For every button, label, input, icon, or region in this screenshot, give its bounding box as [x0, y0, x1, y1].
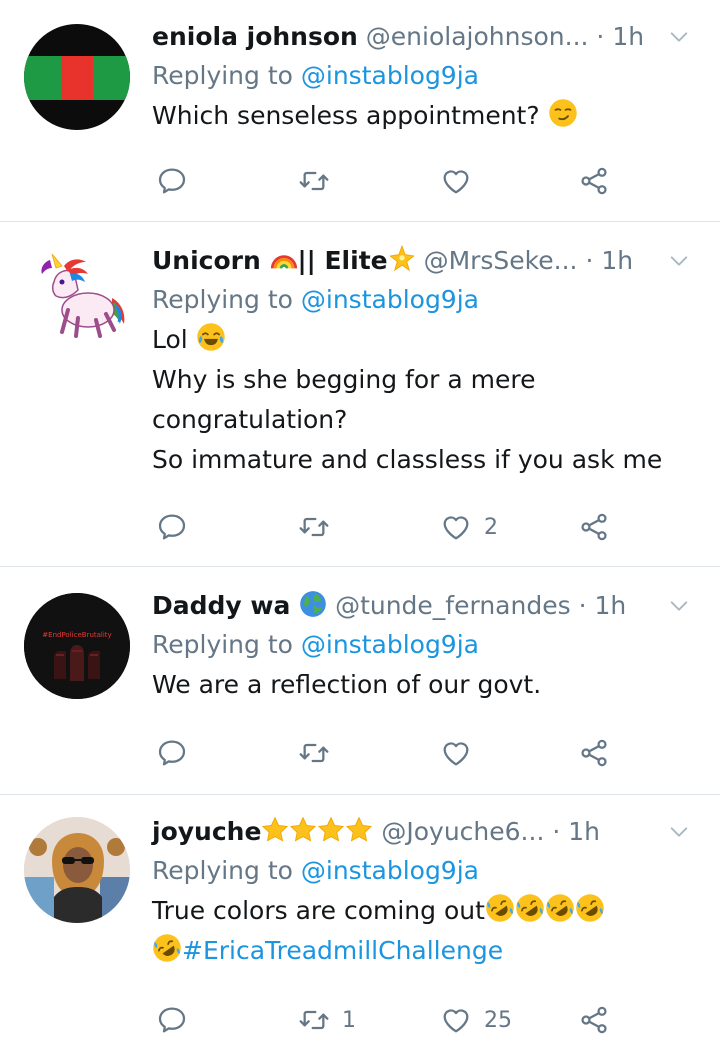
mention-link[interactable]: @instablog9ja — [301, 285, 479, 314]
tweet-header: joyuche @Joyuche6... · 1h — [152, 815, 706, 849]
retweet-button[interactable] — [298, 735, 342, 771]
chevron-down-icon[interactable] — [668, 250, 690, 272]
avatar[interactable]: #EndPoliceBrutality — [24, 593, 130, 699]
reply-tweet[interactable]: #EndPoliceBrutality Daddy wa @tunde_fern… — [0, 567, 720, 795]
sparkle-star-emoji-icon — [388, 245, 416, 273]
username[interactable]: @Joyuche6... — [381, 817, 544, 846]
like-icon — [440, 1004, 472, 1036]
replying-to: Replying to @instablog9ja — [152, 61, 479, 90]
like-button[interactable] — [440, 735, 484, 771]
retweet-count: 1 — [342, 1007, 356, 1033]
reply-icon — [156, 165, 188, 197]
star-emoji-icon — [289, 816, 317, 844]
retweet-icon — [298, 165, 330, 197]
avatar[interactable] — [24, 24, 130, 130]
hashtag-link[interactable]: #EricaTreadmillChallenge — [182, 936, 503, 965]
rolling-laughing-emoji-icon — [485, 893, 515, 923]
share-button[interactable] — [578, 735, 610, 771]
share-icon — [578, 1004, 610, 1036]
rolling-laughing-emoji-icon — [545, 893, 575, 923]
tweet-header: Unicorn || Elite @MrsSeke... · 1h — [152, 244, 706, 278]
rolling-laughing-emoji-icon — [152, 933, 182, 963]
rolling-laughing-emoji-icon — [575, 893, 605, 923]
reply-feed: eniola johnson @eniolajohnson... · 1h Re… — [0, 0, 720, 1059]
star-emoji-icon — [317, 816, 345, 844]
like-count: 25 — [484, 1007, 512, 1033]
avatar[interactable] — [24, 817, 130, 923]
timestamp[interactable]: · 1h — [596, 22, 644, 51]
smirking-face-emoji-icon — [548, 98, 578, 128]
like-count: 2 — [484, 514, 498, 540]
timestamp[interactable]: · 1h — [579, 591, 627, 620]
chevron-down-icon[interactable] — [668, 26, 690, 48]
rainbow-emoji-icon — [270, 245, 298, 273]
retweet-icon — [298, 737, 330, 769]
tears-of-joy-emoji-icon — [196, 322, 226, 352]
tweet-text: We are a reflection of our govt. — [152, 670, 542, 699]
like-icon — [440, 737, 472, 769]
reply-icon — [156, 1004, 188, 1036]
tweet-header: eniola johnson @eniolajohnson... · 1h — [152, 20, 706, 54]
username[interactable]: @eniolajohnson... — [366, 22, 589, 51]
like-button[interactable] — [440, 163, 484, 199]
avatar-hashtag-text: #EndPoliceBrutality — [42, 631, 111, 639]
reply-tweet[interactable]: joyuche @Joyuche6... · 1h Replying to @i… — [0, 795, 720, 1059]
like-button[interactable]: 25 — [440, 1002, 512, 1038]
rolling-laughing-emoji-icon — [515, 893, 545, 923]
tweet-actions: 2 — [0, 509, 720, 545]
tweet-text: True colors are coming out #EricaTreadmi… — [152, 891, 706, 971]
mention-link[interactable]: @instablog9ja — [301, 61, 479, 90]
reply-button[interactable] — [156, 1002, 200, 1038]
tweet-text: Which senseless appointment? — [152, 96, 706, 136]
tweet-text: Lol Why is she begging for a mere congra… — [152, 320, 706, 480]
replying-to: Replying to @instablog9ja — [152, 630, 479, 659]
display-name[interactable]: Unicorn || Elite — [152, 246, 416, 275]
reply-button[interactable] — [156, 735, 200, 771]
retweet-button[interactable] — [298, 163, 342, 199]
share-button[interactable] — [578, 1002, 610, 1038]
chevron-down-icon[interactable] — [668, 821, 690, 843]
timestamp[interactable]: · 1h — [585, 246, 633, 275]
display-name[interactable]: Daddy wa — [152, 591, 327, 620]
mention-link[interactable]: @instablog9ja — [301, 856, 479, 885]
tweet-actions — [0, 163, 720, 199]
share-icon — [578, 165, 610, 197]
display-name[interactable]: joyuche — [152, 817, 373, 846]
tweet-actions: 1 25 — [0, 1002, 720, 1038]
replying-to: Replying to @instablog9ja — [152, 856, 479, 885]
retweet-button[interactable] — [298, 509, 342, 545]
reply-icon — [156, 737, 188, 769]
username[interactable]: @MrsSeke... — [424, 246, 578, 275]
reply-icon — [156, 511, 188, 543]
reply-button[interactable] — [156, 509, 200, 545]
share-icon — [578, 511, 610, 543]
reply-button[interactable] — [156, 163, 200, 199]
username[interactable]: @tunde_fernandes — [335, 591, 571, 620]
share-icon — [578, 737, 610, 769]
avatar[interactable] — [24, 246, 130, 352]
like-icon — [440, 165, 472, 197]
like-icon — [440, 511, 472, 543]
globe-emoji-icon — [299, 590, 327, 618]
share-button[interactable] — [578, 509, 610, 545]
retweet-icon — [298, 511, 330, 543]
chevron-down-icon[interactable] — [668, 595, 690, 617]
reply-tweet[interactable]: eniola johnson @eniolajohnson... · 1h Re… — [0, 0, 720, 222]
mention-link[interactable]: @instablog9ja — [301, 630, 479, 659]
tweet-actions — [0, 735, 720, 771]
timestamp[interactable]: · 1h — [552, 817, 600, 846]
retweet-icon — [298, 1004, 330, 1036]
share-button[interactable] — [578, 163, 610, 199]
tweet-header: Daddy wa @tunde_fernandes · 1h — [152, 589, 706, 623]
reply-tweet[interactable]: Unicorn || Elite @MrsSeke... · 1h Replyi… — [0, 222, 720, 567]
display-name[interactable]: eniola johnson — [152, 22, 358, 51]
retweet-button[interactable]: 1 — [298, 1002, 356, 1038]
like-button[interactable]: 2 — [440, 509, 498, 545]
replying-to: Replying to @instablog9ja — [152, 285, 479, 314]
star-emoji-icon — [261, 816, 289, 844]
star-emoji-icon — [345, 816, 373, 844]
